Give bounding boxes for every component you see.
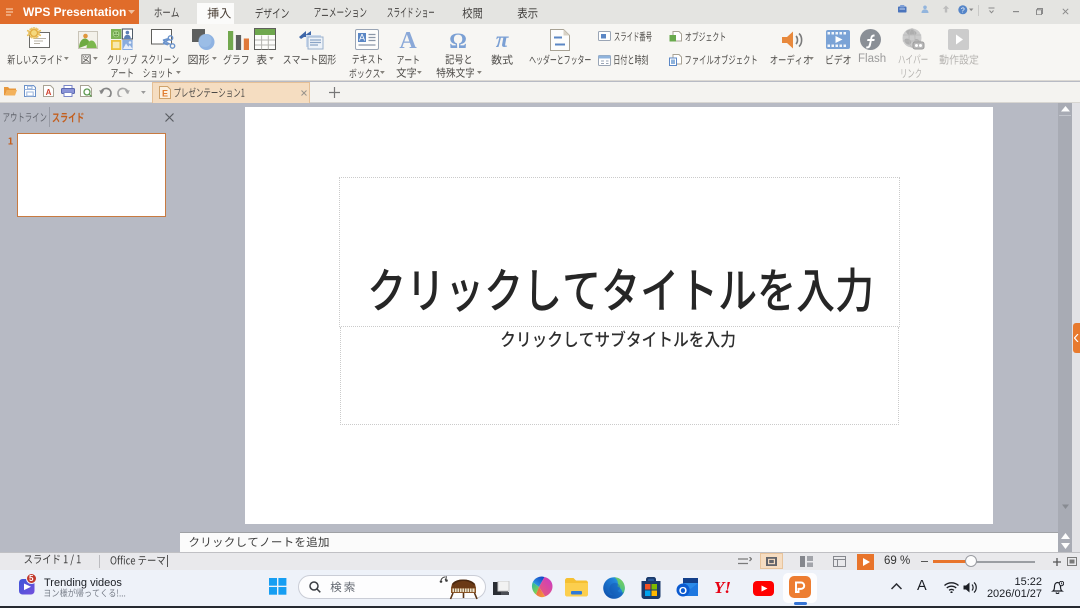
svg-text:A: A (399, 28, 417, 51)
svg-text:A: A (359, 33, 365, 43)
svg-text:A: A (46, 88, 52, 97)
svg-text:Ω: Ω (449, 28, 467, 51)
svg-text:O: O (679, 585, 687, 597)
svg-text:?: ? (961, 7, 965, 14)
svg-text:π: π (496, 28, 510, 51)
svg-text:E: E (162, 89, 168, 99)
